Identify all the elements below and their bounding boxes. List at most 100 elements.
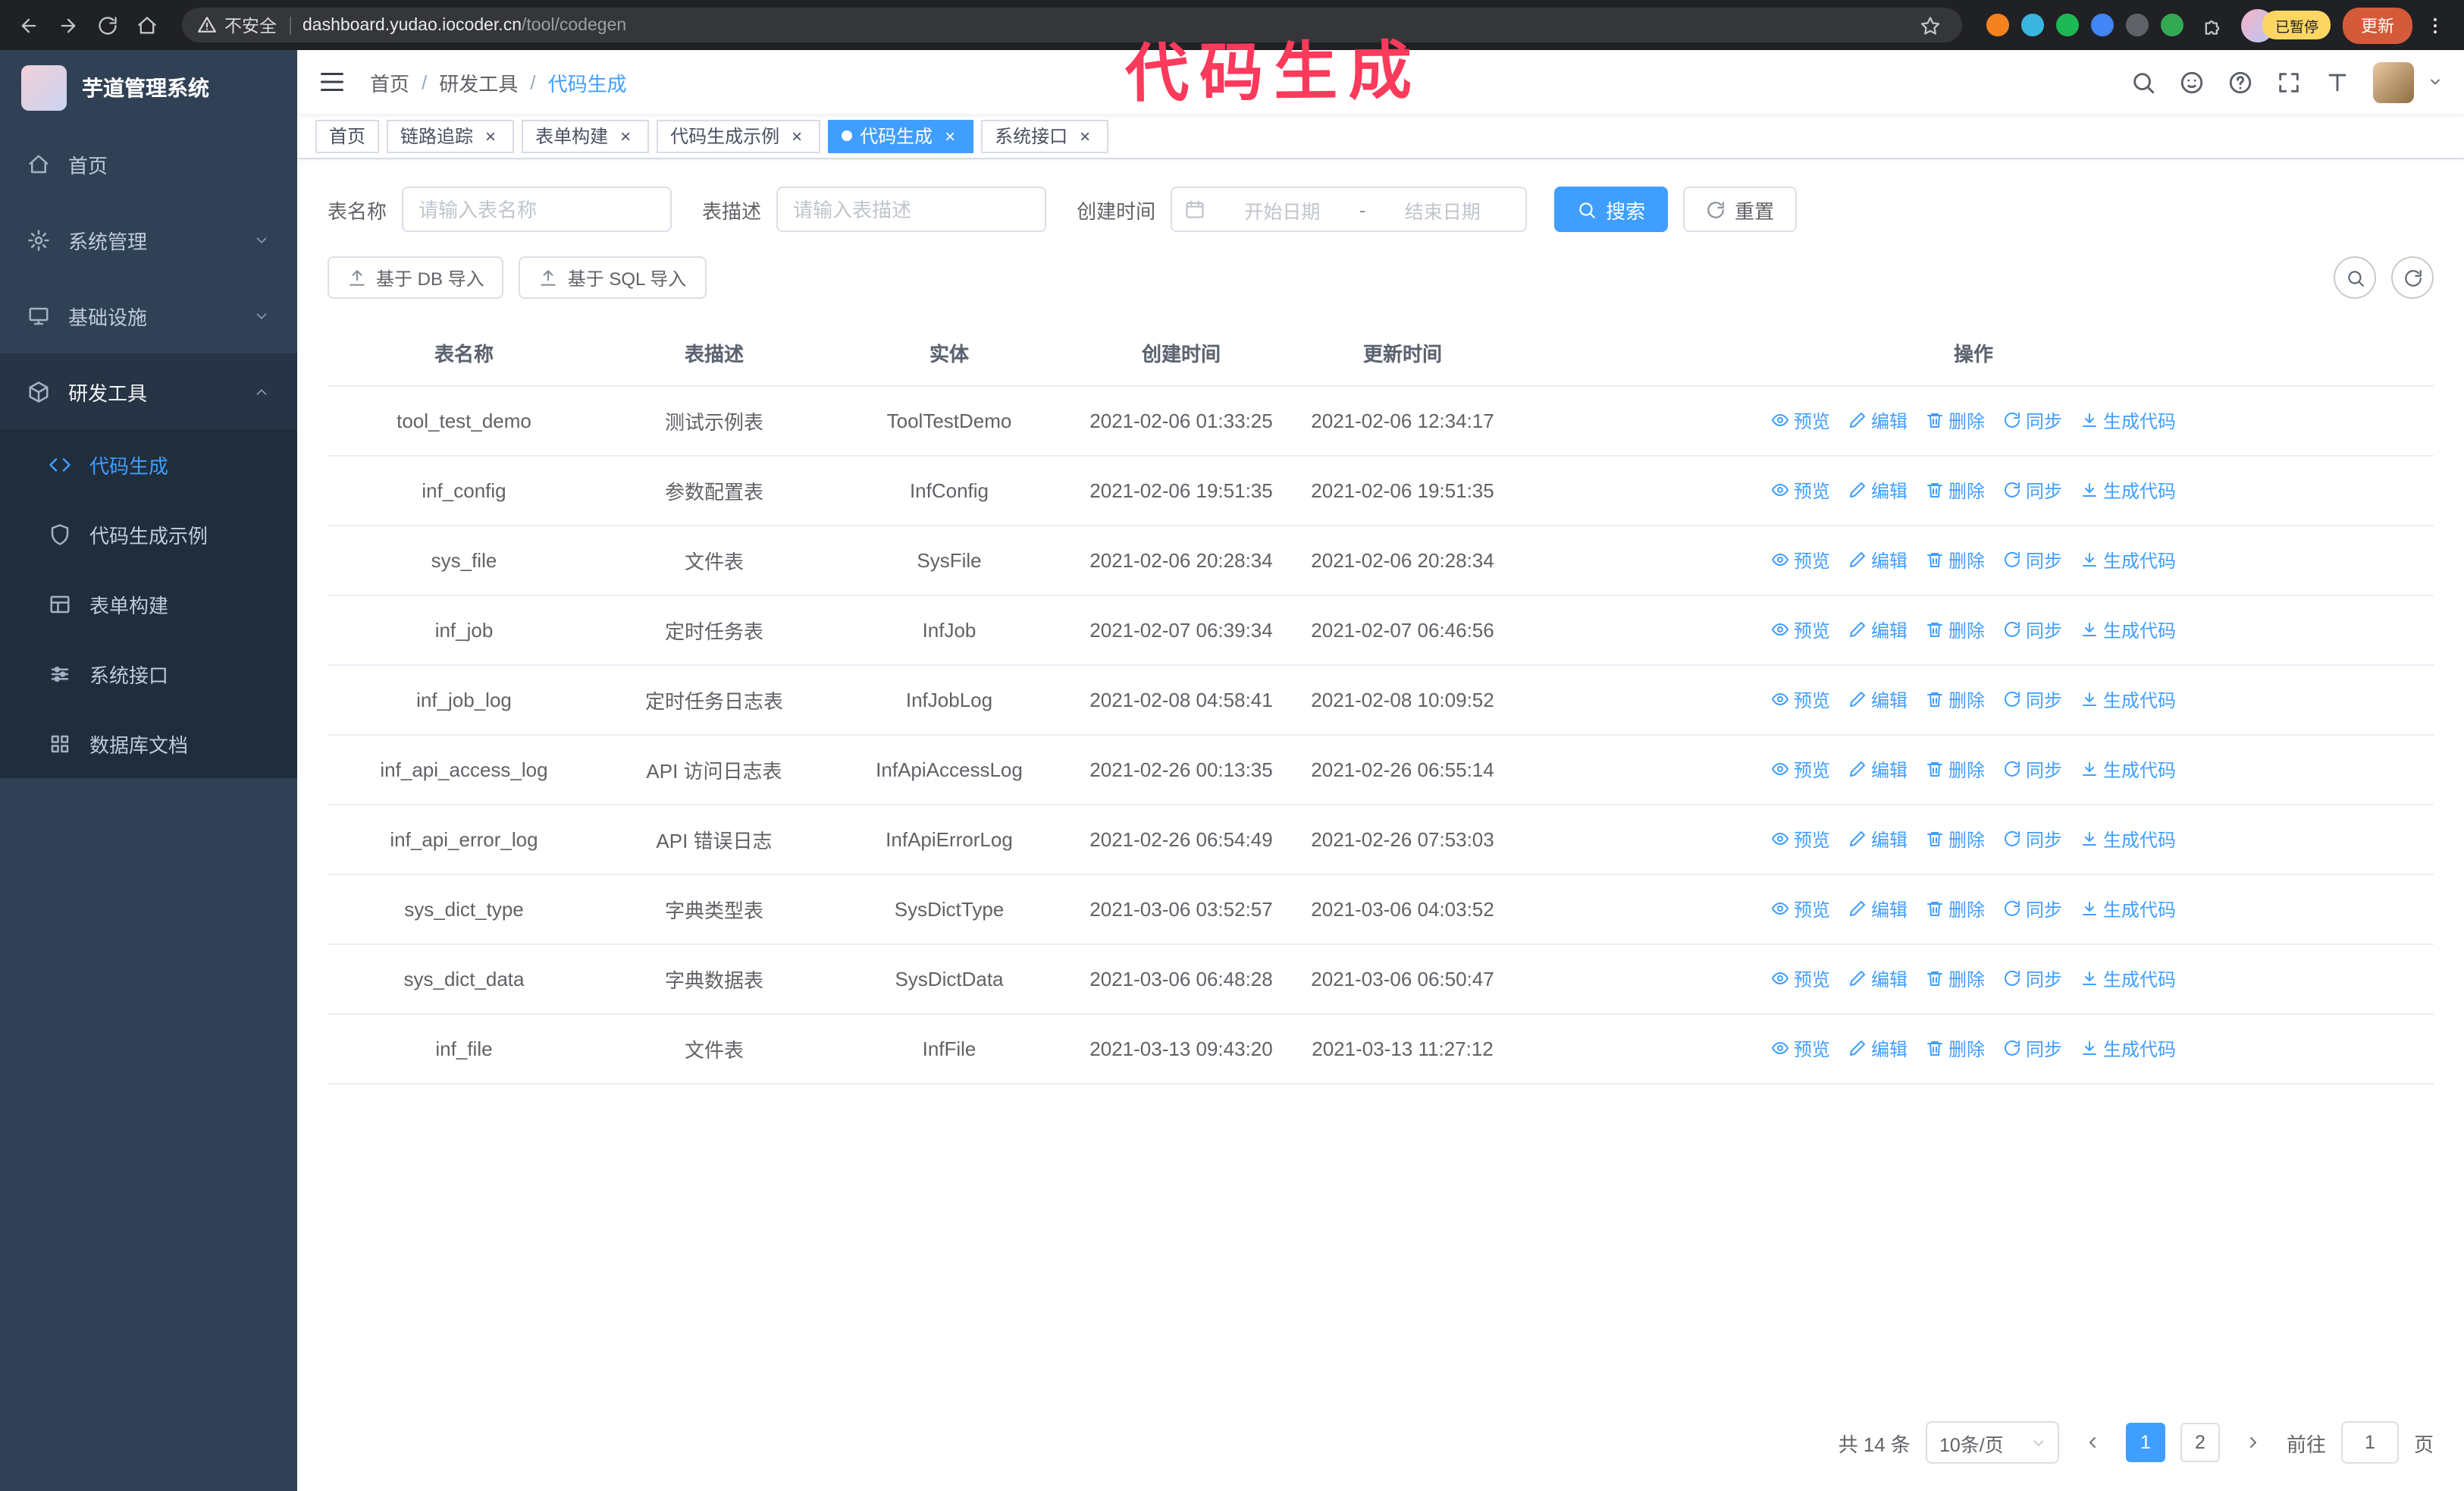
action-generate-link[interactable]: 生成代码 (2080, 966, 2176, 992)
action-edit-link[interactable]: 编辑 (1848, 408, 1908, 434)
action-edit-link[interactable]: 编辑 (1848, 687, 1908, 713)
create-time-range-picker[interactable]: 开始日期 - 结束日期 (1171, 187, 1528, 232)
goto-page-input[interactable] (2340, 1421, 2399, 1464)
address-bar[interactable]: 不安全 dashboard.yudao.iocoder.cn/tool/code… (182, 8, 1963, 42)
table-desc-input[interactable] (776, 187, 1047, 232)
sidebar-item-home[interactable]: 首页 (0, 126, 297, 202)
action-preview-link[interactable]: 预览 (1771, 757, 1830, 783)
action-sync-link[interactable]: 同步 (2003, 687, 2062, 713)
action-delete-link[interactable]: 删除 (1926, 966, 1985, 992)
extension-icon[interactable] (2126, 14, 2149, 36)
reload-icon[interactable] (91, 8, 124, 42)
action-edit-link[interactable]: 编辑 (1848, 827, 1908, 852)
tab-tracing[interactable]: 链路追踪 × (387, 119, 515, 152)
sidebar-item-dev-tools[interactable]: 研发工具 (0, 353, 297, 429)
action-delete-link[interactable]: 删除 (1926, 757, 1985, 783)
action-preview-link[interactable]: 预览 (1771, 548, 1830, 573)
action-delete-link[interactable]: 删除 (1926, 617, 1985, 643)
action-preview-link[interactable]: 预览 (1771, 617, 1830, 643)
action-preview-link[interactable]: 预览 (1771, 687, 1830, 713)
page-1-button[interactable]: 1 (2125, 1423, 2165, 1462)
action-edit-link[interactable]: 编辑 (1848, 966, 1908, 992)
user-menu-caret-icon[interactable] (2428, 74, 2443, 89)
table-name-input[interactable] (402, 187, 672, 232)
close-icon[interactable]: × (787, 125, 807, 146)
forward-icon[interactable] (52, 8, 85, 42)
user-avatar[interactable] (2373, 61, 2414, 102)
tab-form-builder[interactable]: 表单构建 × (522, 119, 650, 152)
fullscreen-icon[interactable] (2276, 69, 2302, 95)
action-edit-link[interactable]: 编辑 (1848, 896, 1908, 922)
action-generate-link[interactable]: 生成代码 (2080, 896, 2176, 922)
collapse-sidebar-icon[interactable] (318, 68, 346, 96)
tab-codegen-demo[interactable]: 代码生成示例 × (657, 119, 821, 152)
import-db-button[interactable]: 基于 DB 导入 (328, 256, 504, 299)
font-size-icon[interactable] (2324, 69, 2350, 95)
action-preview-link[interactable]: 预览 (1771, 896, 1830, 922)
action-preview-link[interactable]: 预览 (1771, 966, 1830, 992)
action-generate-link[interactable]: 生成代码 (2080, 478, 2176, 504)
breadcrumb-item[interactable]: 首页 (370, 67, 409, 96)
action-generate-link[interactable]: 生成代码 (2080, 548, 2176, 573)
sidebar-item-system-mgmt[interactable]: 系统管理 (0, 202, 297, 278)
action-delete-link[interactable]: 删除 (1926, 1036, 1985, 1062)
action-preview-link[interactable]: 预览 (1771, 1036, 1830, 1062)
action-sync-link[interactable]: 同步 (2003, 827, 2062, 852)
action-edit-link[interactable]: 编辑 (1848, 548, 1908, 573)
refresh-table-icon[interactable] (2391, 256, 2434, 299)
close-icon[interactable]: × (481, 125, 500, 146)
github-icon[interactable] (2179, 69, 2205, 95)
action-sync-link[interactable]: 同步 (2003, 478, 2062, 504)
action-delete-link[interactable]: 删除 (1926, 827, 1985, 852)
action-generate-link[interactable]: 生成代码 (2080, 617, 2176, 643)
action-delete-link[interactable]: 删除 (1926, 687, 1985, 713)
action-sync-link[interactable]: 同步 (2003, 896, 2062, 922)
action-generate-link[interactable]: 生成代码 (2080, 757, 2176, 783)
back-icon[interactable] (12, 8, 45, 42)
sidebar-item-infrastructure[interactable]: 基础设施 (0, 278, 297, 353)
sidebar-item-db-doc[interactable]: 数据库文档 (0, 708, 297, 778)
extensions-puzzle-icon[interactable] (2196, 8, 2230, 42)
extension-icon[interactable] (2161, 14, 2184, 36)
search-icon[interactable] (2130, 69, 2156, 95)
sidebar-item-form-builder[interactable]: 表单构建 (0, 569, 297, 639)
action-generate-link[interactable]: 生成代码 (2080, 408, 2176, 434)
breadcrumb-item[interactable]: 研发工具 (439, 67, 518, 96)
action-delete-link[interactable]: 删除 (1926, 548, 1985, 573)
close-icon[interactable]: × (1075, 125, 1095, 146)
reset-button[interactable]: 重置 (1683, 187, 1798, 232)
page-size-select[interactable]: 10条/页 (1925, 1421, 2059, 1464)
tab-home[interactable]: 首页 (315, 119, 380, 152)
import-sql-button[interactable]: 基于 SQL 导入 (519, 256, 707, 299)
page-2-button[interactable]: 2 (2180, 1423, 2220, 1462)
extension-icon[interactable] (2021, 14, 2045, 36)
action-edit-link[interactable]: 编辑 (1848, 757, 1908, 783)
tab-codegen[interactable]: 代码生成 × (828, 119, 974, 152)
action-sync-link[interactable]: 同步 (2003, 617, 2062, 643)
chrome-update-button[interactable]: 更新 (2343, 7, 2412, 43)
close-icon[interactable]: × (940, 125, 960, 146)
action-preview-link[interactable]: 预览 (1771, 827, 1830, 852)
action-delete-link[interactable]: 删除 (1926, 408, 1985, 434)
browser-menu-icon[interactable] (2419, 8, 2452, 42)
sidebar-item-codegen-demo[interactable]: 代码生成示例 (0, 499, 297, 569)
action-sync-link[interactable]: 同步 (2003, 966, 2062, 992)
action-generate-link[interactable]: 生成代码 (2080, 687, 2176, 713)
action-sync-link[interactable]: 同步 (2003, 548, 2062, 573)
extension-icon[interactable] (1986, 14, 2010, 36)
bookmark-icon[interactable] (1914, 8, 1948, 42)
sidebar-item-codegen[interactable]: 代码生成 (0, 429, 297, 499)
action-generate-link[interactable]: 生成代码 (2080, 1036, 2176, 1062)
sidebar-item-system-api[interactable]: 系统接口 (0, 639, 297, 708)
action-sync-link[interactable]: 同步 (2003, 757, 2062, 783)
action-delete-link[interactable]: 删除 (1926, 478, 1985, 504)
browser-home-icon[interactable] (130, 8, 164, 42)
toggle-search-icon[interactable] (2334, 256, 2376, 299)
help-icon[interactable] (2227, 69, 2253, 95)
profile-button[interactable]: 已暂停 (2241, 8, 2331, 42)
action-sync-link[interactable]: 同步 (2003, 1036, 2062, 1062)
action-preview-link[interactable]: 预览 (1771, 408, 1830, 434)
action-preview-link[interactable]: 预览 (1771, 478, 1830, 504)
extension-icon[interactable] (2091, 14, 2114, 36)
action-delete-link[interactable]: 删除 (1926, 896, 1985, 922)
